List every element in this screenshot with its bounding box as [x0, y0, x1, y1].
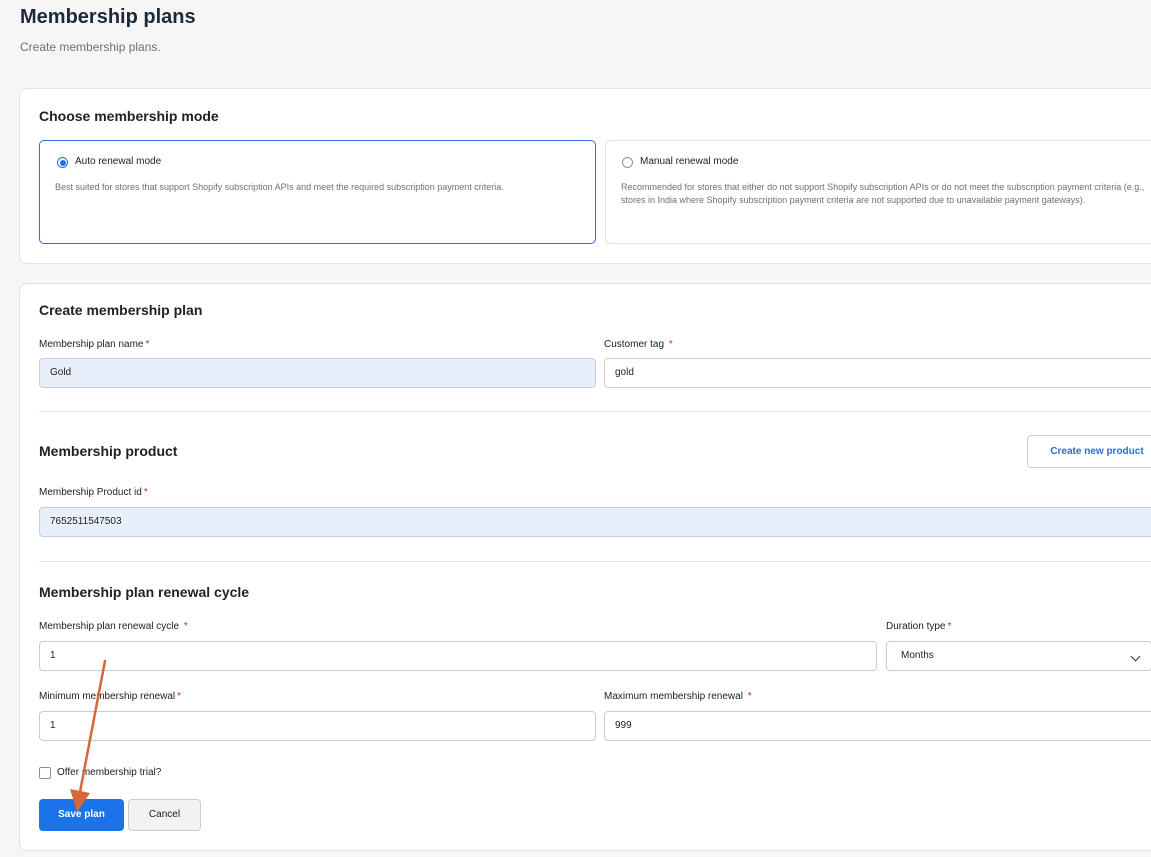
renewal-cycle-input[interactable]: 1: [39, 641, 877, 671]
manual-renewal-description: Recommended for stores that either do no…: [621, 182, 1145, 205]
save-plan-button[interactable]: Save plan: [39, 799, 124, 831]
trial-checkbox-label: Offer membership trial?: [57, 767, 162, 778]
min-renewal-input[interactable]: 1: [39, 711, 596, 741]
min-renewal-label: Minimum membership renewal *: [39, 691, 182, 702]
create-plan-card: Create membership plan Membership plan n…: [19, 283, 1151, 851]
create-new-product-button[interactable]: Create new product: [1027, 435, 1151, 468]
max-renewal-label: Maximum membership renewal *: [604, 691, 752, 702]
plan-name-input[interactable]: Gold: [39, 358, 596, 388]
duration-type-value: Months: [901, 650, 934, 661]
renewal-cycle-title: Membership plan renewal cycle: [39, 584, 250, 600]
product-id-input[interactable]: 7652511547503: [39, 507, 1151, 537]
manual-renewal-radio[interactable]: [622, 157, 633, 168]
chevron-down-icon: [1130, 651, 1141, 662]
divider: [39, 561, 1151, 562]
page-subtitle: Create membership plans.: [20, 40, 161, 54]
auto-renewal-label: Auto renewal mode: [75, 156, 162, 167]
renewal-cycle-label: Membership plan renewal cycle *: [39, 621, 188, 632]
duration-type-label: Duration type *: [886, 621, 952, 632]
duration-type-select[interactable]: Months: [886, 641, 1151, 671]
auto-renewal-option[interactable]: Auto renewal mode Best suited for stores…: [39, 140, 596, 244]
max-renewal-input[interactable]: 999: [604, 711, 1151, 741]
manual-renewal-option[interactable]: Manual renewal mode Recommended for stor…: [605, 140, 1151, 244]
manual-renewal-label: Manual renewal mode: [640, 156, 739, 167]
membership-mode-title: Choose membership mode: [39, 108, 219, 124]
cancel-button[interactable]: Cancel: [128, 799, 201, 831]
customer-tag-label: Customer tag *: [604, 339, 673, 350]
trial-checkbox[interactable]: [39, 767, 51, 779]
membership-product-title: Membership product: [39, 443, 178, 459]
membership-mode-card: Choose membership mode Auto renewal mode…: [19, 88, 1151, 264]
auto-renewal-radio[interactable]: [57, 157, 68, 168]
page-title: Membership plans: [20, 6, 196, 28]
customer-tag-input[interactable]: gold: [604, 358, 1151, 388]
create-plan-title: Create membership plan: [39, 302, 203, 318]
divider: [39, 411, 1151, 412]
auto-renewal-description: Best suited for stores that support Shop…: [55, 182, 504, 192]
plan-name-label: Membership plan name *: [39, 339, 150, 350]
product-id-label: Membership Product id *: [39, 487, 148, 498]
